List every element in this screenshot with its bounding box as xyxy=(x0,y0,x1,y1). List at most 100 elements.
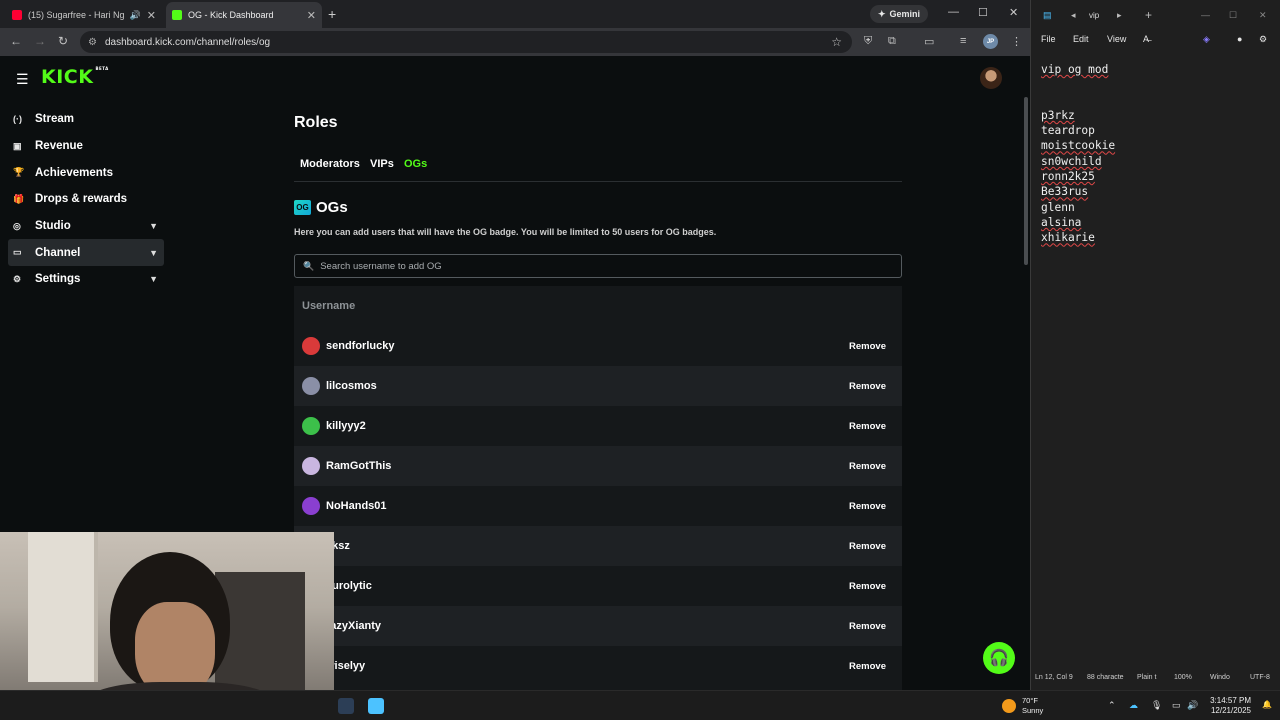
minimize-icon[interactable]: — xyxy=(948,6,959,18)
sidebar-item-stream[interactable]: (·) Stream xyxy=(8,106,164,133)
copilot-icon[interactable]: ◈ xyxy=(1203,34,1210,45)
weather-widget[interactable]: 70°F Sunny xyxy=(1002,696,1043,716)
cloud-icon[interactable]: ☁ xyxy=(1129,700,1138,711)
close-window-icon[interactable]: ✕ xyxy=(1009,6,1018,19)
tab-strip: (15) Sugarfree - Hari Ng Sa 🔊 ✕ OG - Kic… xyxy=(0,0,1030,28)
username[interactable]: killyyy2 xyxy=(326,420,366,432)
menu-file[interactable]: File xyxy=(1041,34,1056,44)
shield-extension-icon[interactable]: ⛨ xyxy=(864,35,872,48)
tab-search-icon[interactable]: ▭ xyxy=(924,35,934,48)
username[interactable]: razyXianty xyxy=(326,620,381,632)
settings-gear-icon[interactable]: ⚙ xyxy=(1259,34,1267,45)
menu-edit[interactable]: Edit xyxy=(1073,34,1089,44)
text-format-icon[interactable]: A̶ xyxy=(1143,34,1149,44)
section-title: OGs xyxy=(316,199,348,216)
browser-tab-kick[interactable]: OG - Kick Dashboard ✕ xyxy=(166,2,322,28)
remove-button[interactable]: Remove xyxy=(849,541,886,552)
remove-button[interactable]: Remove xyxy=(849,461,886,472)
notification-bell-icon[interactable]: 🔔 xyxy=(1262,700,1272,709)
sidebar-item-drops-rewards[interactable]: 🎁 Drops & rewards xyxy=(8,186,164,213)
support-chat-button[interactable]: 🎧 xyxy=(983,642,1015,674)
remove-button[interactable]: Remove xyxy=(849,501,886,512)
new-tab-icon[interactable]: + xyxy=(1145,8,1152,22)
remove-button[interactable]: Remove xyxy=(849,341,886,352)
tab-ogs[interactable]: OGs xyxy=(404,158,427,170)
remove-button[interactable]: Remove xyxy=(849,381,886,392)
maximize-icon[interactable]: ☐ xyxy=(978,6,988,19)
menu-kebab-icon[interactable]: ⋮ xyxy=(1011,35,1022,48)
volume-icon[interactable]: 🔊 xyxy=(1187,700,1198,711)
minimize-icon[interactable]: — xyxy=(1201,10,1210,20)
browser-tab-youtube[interactable]: (15) Sugarfree - Hari Ng Sa 🔊 ✕ xyxy=(6,2,162,28)
tab-scroll-right-icon[interactable]: ▸ xyxy=(1117,10,1122,21)
tab-moderators[interactable]: Moderators xyxy=(300,158,360,170)
cursor-position: Ln 12, Col 9 xyxy=(1035,673,1073,681)
site-info-icon[interactable]: ⚙ xyxy=(88,37,97,48)
search-icon: 🔍 xyxy=(303,260,315,271)
reload-icon[interactable]: ↻ xyxy=(58,34,68,48)
webcam-background-door xyxy=(28,532,98,682)
account-icon[interactable]: ● xyxy=(1237,34,1242,44)
sidebar-item-channel[interactable]: ▭ Channel ▼ xyxy=(8,239,164,267)
tab-scroll-left-icon[interactable]: ◂ xyxy=(1071,10,1076,21)
kick-logo[interactable]: KICK BETA xyxy=(41,66,109,88)
user-avatar[interactable] xyxy=(980,67,1002,89)
logo-text: KICK xyxy=(41,66,94,88)
close-tab-icon[interactable]: ✕ xyxy=(147,9,156,22)
page-scrollbar[interactable] xyxy=(1024,97,1028,265)
table-row: lilcosmos Remove xyxy=(294,366,902,406)
table-row: wiselyy Remove xyxy=(294,646,902,686)
star-icon[interactable]: ☆ xyxy=(831,35,842,49)
back-icon[interactable]: ← xyxy=(10,34,22,48)
speaker-icon[interactable]: 🔊 xyxy=(130,10,141,21)
forward-icon[interactable]: → xyxy=(34,34,46,48)
remove-button[interactable]: Remove xyxy=(849,421,886,432)
sidebar-item-achievements[interactable]: 🏆 Achievements xyxy=(8,159,164,186)
chevron-down-icon[interactable]: ▼ xyxy=(149,248,158,258)
username[interactable]: lilcosmos xyxy=(326,380,377,392)
notepad-app-icon[interactable] xyxy=(368,698,384,714)
sidebar-item-revenue[interactable]: ▣ Revenue xyxy=(8,133,164,160)
hamburger-menu-icon[interactable]: ☰ xyxy=(16,71,29,88)
extensions-icon[interactable]: ⧉ xyxy=(888,35,896,48)
close-window-icon[interactable]: ✕ xyxy=(1259,10,1267,21)
sidebar-item-label: Revenue xyxy=(35,140,83,153)
profile-avatar-icon[interactable]: JP xyxy=(983,34,998,49)
taskbar-clock[interactable]: 3:14:57 PM 12/21/2025 xyxy=(1203,696,1251,716)
notepad-line: teardrop xyxy=(1041,124,1095,138)
network-icon[interactable]: ▭ xyxy=(1172,700,1181,711)
remove-button[interactable]: Remove xyxy=(849,661,886,672)
search-input[interactable] xyxy=(320,260,881,272)
notepad-text-area[interactable]: vip og mod p3rkz teardrop moistcookie sn0wch… xyxy=(1041,62,1115,246)
maximize-icon[interactable]: ☐ xyxy=(1229,10,1237,21)
line-ending[interactable]: Windo xyxy=(1210,674,1230,681)
notepad-line xyxy=(1041,77,1115,92)
steam-app-icon[interactable] xyxy=(338,698,354,714)
media-controls-icon[interactable]: ≡ xyxy=(960,35,966,47)
username[interactable]: sendforlucky xyxy=(326,340,394,352)
notepad-titlebar: ▤ ◂ vip ▸ + — ☐ ✕ xyxy=(1031,0,1280,30)
username[interactable]: NoHands01 xyxy=(326,500,387,512)
table-row: razyXianty Remove xyxy=(294,606,902,646)
tray-overflow-icon[interactable]: ⌃ xyxy=(1108,700,1116,711)
gemini-button[interactable]: ✦ Gemini xyxy=(870,5,929,23)
menu-view[interactable]: View xyxy=(1107,34,1126,44)
zoom-level[interactable]: 100% xyxy=(1174,674,1192,681)
close-tab-icon[interactable]: ✕ xyxy=(307,9,316,22)
text-format[interactable]: Plain t xyxy=(1137,674,1156,681)
sidebar-item-label: Stream xyxy=(35,113,74,126)
remove-button[interactable]: Remove xyxy=(849,581,886,592)
notepad-tab-title[interactable]: vip xyxy=(1089,11,1099,20)
sidebar-item-studio[interactable]: ◎ Studio ▼ xyxy=(8,213,164,240)
address-bar[interactable]: ⚙ dashboard.kick.com/channel/roles/og ☆ xyxy=(80,31,852,53)
microphone-icon[interactable]: 🎙 xyxy=(1151,700,1162,711)
user-avatar-icon xyxy=(302,337,320,355)
username[interactable]: RamGotThis xyxy=(326,460,391,472)
new-tab-icon[interactable]: + xyxy=(328,6,336,22)
chevron-down-icon[interactable]: ▼ xyxy=(149,274,158,284)
remove-button[interactable]: Remove xyxy=(849,621,886,632)
encoding[interactable]: UTF-8 xyxy=(1250,674,1270,681)
tab-vips[interactable]: VIPs xyxy=(370,158,394,170)
sidebar-item-settings[interactable]: ⚙ Settings ▼ xyxy=(8,266,164,293)
chevron-down-icon[interactable]: ▼ xyxy=(149,221,158,231)
